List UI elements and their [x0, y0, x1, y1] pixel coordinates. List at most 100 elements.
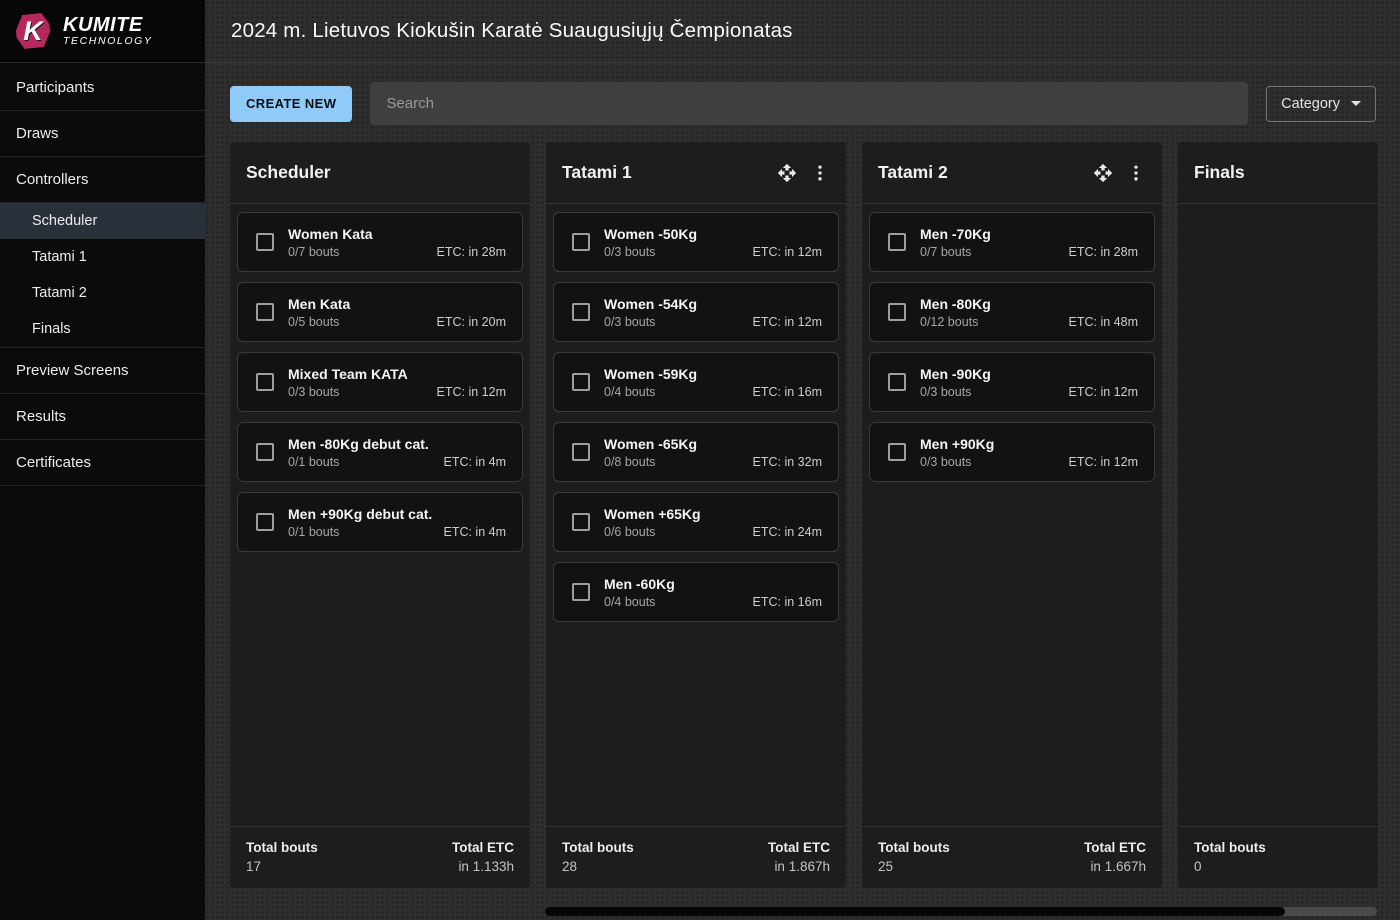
checkbox[interactable] — [572, 373, 590, 391]
sidebar-item-tatami-1[interactable]: Tatami 1 — [0, 239, 205, 275]
category-dropdown[interactable]: Category — [1266, 86, 1376, 122]
checkbox[interactable] — [256, 303, 274, 321]
checkbox[interactable] — [256, 373, 274, 391]
horizontal-scrollbar-track[interactable] — [545, 907, 1377, 916]
card-title: Women Kata — [288, 226, 506, 242]
checkbox[interactable] — [888, 373, 906, 391]
sidebar-item-controllers[interactable]: Controllers — [0, 157, 205, 203]
category-card-women-65kg[interactable]: Women -65Kg0/8 boutsETC: in 32m — [553, 422, 839, 482]
checkbox[interactable] — [572, 513, 590, 531]
sidebar-item-tatami-2[interactable]: Tatami 2 — [0, 275, 205, 311]
sidebar-item-scheduler[interactable]: Scheduler — [0, 203, 205, 239]
card-etc: ETC: in 48m — [1069, 315, 1138, 329]
category-card-men-90kg[interactable]: Men +90Kg0/3 boutsETC: in 12m — [869, 422, 1155, 482]
card-bouts: 0/7 bouts — [920, 245, 971, 259]
total-bouts-label: Total bouts — [246, 840, 318, 855]
checkbox[interactable] — [256, 443, 274, 461]
column-scheduler: SchedulerWomen Kata0/7 boutsETC: in 28mM… — [230, 142, 530, 888]
card-etc: ETC: in 12m — [753, 245, 822, 259]
card-etc: ETC: in 16m — [753, 385, 822, 399]
horizontal-scrollbar-thumb[interactable] — [545, 907, 1285, 916]
sidebar-item-participants[interactable]: Participants — [0, 65, 205, 111]
column-header: Tatami 1 — [546, 142, 846, 204]
board: SchedulerWomen Kata0/7 boutsETC: in 28mM… — [205, 142, 1400, 888]
category-card-women-kata[interactable]: Women Kata0/7 boutsETC: in 28m — [237, 212, 523, 272]
category-dropdown-label: Category — [1281, 96, 1340, 112]
card-etc: ETC: in 28m — [437, 245, 506, 259]
card-etc: ETC: in 16m — [753, 595, 822, 609]
category-card-men-60kg[interactable]: Men -60Kg0/4 boutsETC: in 16m — [553, 562, 839, 622]
card-bouts: 0/3 bouts — [920, 455, 971, 469]
brand-subtitle: TECHNOLOGY — [63, 36, 153, 47]
category-card-men-90kg[interactable]: Men -90Kg 0/3 bouts ETC: in 12m — [869, 352, 1155, 412]
card-title: Men +90Kg debut cat. — [288, 506, 506, 522]
total-etc-label: Total ETC — [452, 840, 514, 855]
sidebar-item-certificates[interactable]: Certificates — [0, 440, 205, 486]
sidebar-item-results[interactable]: Results — [0, 394, 205, 440]
category-card-men-80kg[interactable]: Men -80Kg0/12 boutsETC: in 48m — [869, 282, 1155, 342]
card-etc: ETC: in 12m — [1069, 385, 1138, 399]
kebab-menu-icon[interactable] — [810, 163, 830, 183]
total-etc-value: in 1.867h — [768, 859, 830, 874]
column-body — [1178, 204, 1378, 826]
create-new-button[interactable]: CREATE NEW — [230, 86, 352, 122]
checkbox[interactable] — [572, 443, 590, 461]
card-bouts: 0/3 bouts — [920, 385, 971, 399]
card-bouts: 0/4 bouts — [604, 385, 655, 399]
card-etc: ETC: in 12m — [753, 315, 822, 329]
category-card-men-kata[interactable]: Men Kata0/5 boutsETC: in 20m — [237, 282, 523, 342]
card-title: Men +90Kg — [920, 436, 1138, 452]
category-card-women-65kg[interactable]: Women +65Kg0/6 boutsETC: in 24m — [553, 492, 839, 552]
category-card-women-50kg[interactable]: Women -50Kg 0/3 bouts ETC: in 12m — [553, 212, 839, 272]
checkbox[interactable] — [888, 233, 906, 251]
card-title: Men Kata — [288, 296, 506, 312]
column-body: Women Kata0/7 boutsETC: in 28mMen Kata0/… — [230, 204, 530, 826]
sidebar-item-draws[interactable]: Draws — [0, 111, 205, 157]
category-card-women-54kg[interactable]: Women -54Kg0/3 boutsETC: in 12m — [553, 282, 839, 342]
checkbox[interactable] — [256, 513, 274, 531]
main-area: 2024 m. Lietuvos Kiokušin Karatė Suaugus… — [205, 0, 1400, 920]
category-card-men-80kg-debut-cat[interactable]: Men -80Kg debut cat.0/1 boutsETC: in 4m — [237, 422, 523, 482]
search-input[interactable] — [370, 82, 1248, 125]
category-card-mixed-team-kata[interactable]: Mixed Team KATA0/3 boutsETC: in 12m — [237, 352, 523, 412]
card-etc: ETC: in 20m — [437, 315, 506, 329]
card-title: Women -50Kg — [604, 226, 822, 242]
card-title: Men -60Kg — [604, 576, 822, 592]
card-bouts: 0/3 bouts — [288, 385, 339, 399]
page-title: 2024 m. Lietuvos Kiokušin Karatė Suaugus… — [231, 19, 793, 43]
column-body: Men -70Kg0/7 boutsETC: in 28mMen -80Kg0/… — [862, 204, 1162, 826]
move-icon[interactable] — [1093, 163, 1113, 183]
column-header-icons — [1093, 163, 1146, 183]
card-etc: ETC: in 12m — [437, 385, 506, 399]
checkbox[interactable] — [888, 303, 906, 321]
card-title: Men -90Kg — [920, 366, 1138, 382]
column-body: Women -50Kg0/3 boutsETC: in 12mWomen -54… — [546, 204, 846, 826]
checkbox[interactable] — [572, 583, 590, 601]
sidebar-item-preview-screens[interactable]: Preview Screens — [0, 348, 205, 394]
checkbox[interactable] — [572, 233, 590, 251]
column-finals: FinalsTotal bouts0 — [1178, 142, 1378, 888]
checkbox[interactable] — [256, 233, 274, 251]
category-card-men-90kg-debut-cat[interactable]: Men +90Kg debut cat.0/1 boutsETC: in 4m — [237, 492, 523, 552]
total-bouts-value: 0 — [1194, 859, 1266, 874]
checkbox[interactable] — [572, 303, 590, 321]
kebab-menu-icon[interactable] — [1126, 163, 1146, 183]
card-bouts: 0/3 bouts — [604, 245, 655, 259]
logo-letter: K — [13, 11, 53, 51]
app-root: K KUMITE TECHNOLOGY ParticipantsDrawsCon… — [0, 0, 1400, 920]
column-footer: Total bouts28Total ETCin 1.867h — [546, 826, 846, 888]
sidebar-item-finals[interactable]: Finals — [0, 311, 205, 348]
total-bouts-label: Total bouts — [878, 840, 950, 855]
category-card-women-59kg[interactable]: Women -59Kg0/4 boutsETC: in 16m — [553, 352, 839, 412]
checkbox[interactable] — [888, 443, 906, 461]
card-title: Men -80Kg debut cat. — [288, 436, 506, 452]
card-etc: ETC: in 4m — [443, 455, 506, 469]
column-header-icons — [777, 163, 830, 183]
column-footer: Total bouts17Total ETCin 1.133h — [230, 826, 530, 888]
total-bouts-value: 25 — [878, 859, 950, 874]
card-etc: ETC: in 32m — [753, 455, 822, 469]
category-card-men-70kg[interactable]: Men -70Kg0/7 boutsETC: in 28m — [869, 212, 1155, 272]
total-bouts-label: Total bouts — [562, 840, 634, 855]
card-title: Men -80Kg — [920, 296, 1138, 312]
move-icon[interactable] — [777, 163, 797, 183]
